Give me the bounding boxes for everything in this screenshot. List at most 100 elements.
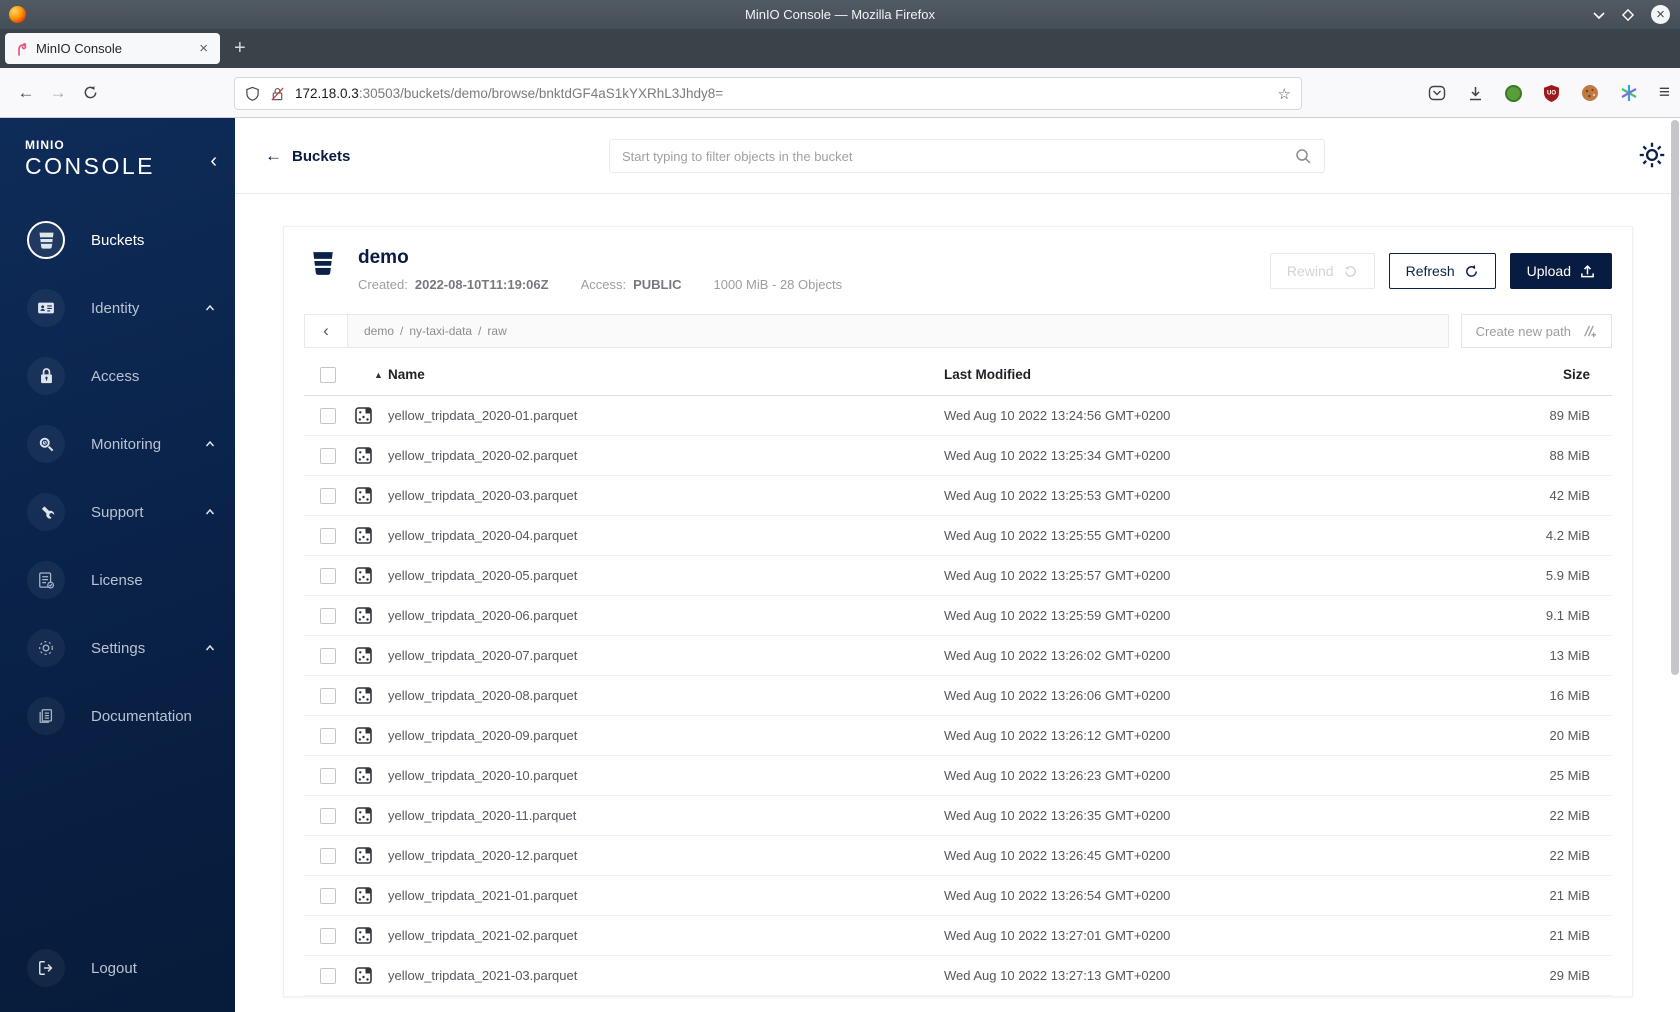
table-row[interactable]: yellow_tripdata_2020-01.parquet Wed Aug … [304,396,1612,436]
sidebar-item-identity[interactable]: Identity [0,274,235,342]
table-row[interactable]: yellow_tripdata_2020-12.parquet Wed Aug … [304,836,1612,876]
object-name[interactable]: yellow_tripdata_2020-04.parquet [388,528,944,543]
object-name[interactable]: yellow_tripdata_2021-01.parquet [388,888,944,903]
table-row[interactable]: yellow_tripdata_2020-04.parquet Wed Aug … [304,516,1612,556]
row-checkbox[interactable] [320,527,336,544]
row-checkbox[interactable] [320,447,336,464]
row-checkbox[interactable] [320,927,336,944]
row-checkbox[interactable] [320,967,336,984]
row-checkbox[interactable] [320,567,336,584]
sidebar-item-label: Support [91,503,144,521]
sidebar-collapse-icon[interactable]: ‹ [210,150,217,173]
table-row[interactable]: yellow_tripdata_2020-03.parquet Wed Aug … [304,476,1612,516]
object-name[interactable]: yellow_tripdata_2020-05.parquet [388,568,944,583]
tab-title: MinIO Console [36,41,122,56]
settings-gear-icon[interactable] [1638,141,1666,169]
sort-ascending-icon[interactable]: ▲ [374,370,388,380]
sidebar-item-support[interactable]: Support [0,478,235,546]
column-name[interactable]: Name [388,367,944,382]
upload-button[interactable]: Upload [1509,253,1612,289]
row-checkbox[interactable] [320,767,336,784]
sidebar-item-documentation[interactable]: Documentation [0,682,235,750]
row-checkbox[interactable] [320,847,336,864]
row-checkbox[interactable] [320,807,336,824]
object-name[interactable]: yellow_tripdata_2020-12.parquet [388,848,944,863]
object-name[interactable]: yellow_tripdata_2020-07.parquet [388,648,944,663]
table-row[interactable]: yellow_tripdata_2020-06.parquet Wed Aug … [304,596,1612,636]
sidebar-item-logout[interactable]: Logout [0,934,235,1002]
page-scrollbar[interactable] [1671,120,1679,675]
path-segment[interactable]: ny-taxi-data [409,324,472,338]
ublock-origin-icon[interactable]: UO [1543,84,1560,102]
table-row[interactable]: yellow_tripdata_2020-08.parquet Wed Aug … [304,676,1612,716]
object-name[interactable]: yellow_tripdata_2020-01.parquet [388,408,944,423]
download-icon[interactable] [1467,85,1484,102]
row-checkbox[interactable] [320,487,336,504]
pocket-icon[interactable] [1428,84,1446,102]
caret-up-icon[interactable] [205,303,215,313]
object-name[interactable]: yellow_tripdata_2020-03.parquet [388,488,944,503]
object-name[interactable]: yellow_tripdata_2020-06.parquet [388,608,944,623]
extension-green-icon[interactable] [1504,84,1522,102]
table-row[interactable]: yellow_tripdata_2021-01.parquet Wed Aug … [304,876,1612,916]
object-name[interactable]: yellow_tripdata_2021-03.parquet [388,968,944,983]
object-name[interactable]: yellow_tripdata_2020-02.parquet [388,448,944,463]
caret-up-icon[interactable] [205,643,215,653]
row-checkbox[interactable] [320,887,336,904]
path-back-button[interactable]: ‹ [304,314,348,348]
container-extension-icon[interactable] [1620,84,1638,102]
path-segment[interactable]: demo [364,324,394,338]
bookmark-star-icon[interactable]: ☆ [1278,85,1291,103]
column-size[interactable]: Size [1504,367,1614,382]
new-tab-button[interactable]: + [234,37,246,60]
object-name[interactable]: yellow_tripdata_2020-09.parquet [388,728,944,743]
forward-button[interactable]: → [42,83,74,103]
column-last-modified[interactable]: Last Modified [944,367,1504,382]
table-row[interactable]: yellow_tripdata_2020-09.parquet Wed Aug … [304,716,1612,756]
broken-lock-icon[interactable] [270,86,285,102]
back-button[interactable]: ← [10,83,42,103]
row-checkbox[interactable] [320,607,336,624]
cookie-extension-icon[interactable] [1581,84,1599,102]
create-new-path-button[interactable]: Create new path [1460,314,1612,348]
object-name[interactable]: yellow_tripdata_2021-02.parquet [388,928,944,943]
menu-icon[interactable]: ≡ [1659,82,1670,104]
object-name[interactable]: yellow_tripdata_2020-11.parquet [388,808,944,823]
row-checkbox[interactable] [320,647,336,664]
browser-tab[interactable]: MinIO Console × [5,33,220,64]
tab-close-icon[interactable]: × [195,40,212,57]
sidebar-item-buckets[interactable]: Buckets [0,206,235,274]
row-checkbox[interactable] [320,407,336,424]
row-checkbox[interactable] [320,727,336,744]
table-row[interactable]: yellow_tripdata_2021-03.parquet Wed Aug … [304,956,1612,996]
select-all-checkbox[interactable] [320,366,336,383]
reload-button[interactable] [74,85,106,100]
parquet-file-icon [355,647,372,664]
window-minimize-button[interactable] [1593,11,1605,19]
refresh-button[interactable]: Refresh [1388,253,1496,289]
path-segment[interactable]: raw [487,324,506,338]
sidebar-item-license[interactable]: License [0,546,235,614]
sidebar-item-monitoring[interactable]: Monitoring [0,410,235,478]
caret-up-icon[interactable] [205,439,215,449]
search-input[interactable] [610,148,1295,164]
row-checkbox[interactable] [320,687,336,704]
object-name[interactable]: yellow_tripdata_2020-10.parquet [388,768,944,783]
path-separator: / [478,324,482,338]
sidebar-item-access[interactable]: Access [0,342,235,410]
table-row[interactable]: yellow_tripdata_2020-11.parquet Wed Aug … [304,796,1612,836]
window-maximize-button[interactable] [1621,8,1635,22]
object-name[interactable]: yellow_tripdata_2020-08.parquet [388,688,944,703]
rewind-button[interactable]: Rewind [1269,253,1375,289]
table-row[interactable]: yellow_tripdata_2020-05.parquet Wed Aug … [304,556,1612,596]
table-row[interactable]: yellow_tripdata_2020-10.parquet Wed Aug … [304,756,1612,796]
table-row[interactable]: yellow_tripdata_2021-02.parquet Wed Aug … [304,916,1612,956]
table-row[interactable]: yellow_tripdata_2020-02.parquet Wed Aug … [304,436,1612,476]
caret-up-icon[interactable] [205,507,215,517]
shield-icon[interactable] [245,86,260,102]
sidebar-item-settings[interactable]: Settings [0,614,235,682]
table-row[interactable]: yellow_tripdata_2020-07.parquet Wed Aug … [304,636,1612,676]
back-to-buckets[interactable]: ← Buckets [265,118,350,194]
window-close-button[interactable]: × [1651,5,1670,24]
url-bar[interactable]: 172.18.0.3:30503/buckets/demo/browse/bnk… [234,77,1302,110]
